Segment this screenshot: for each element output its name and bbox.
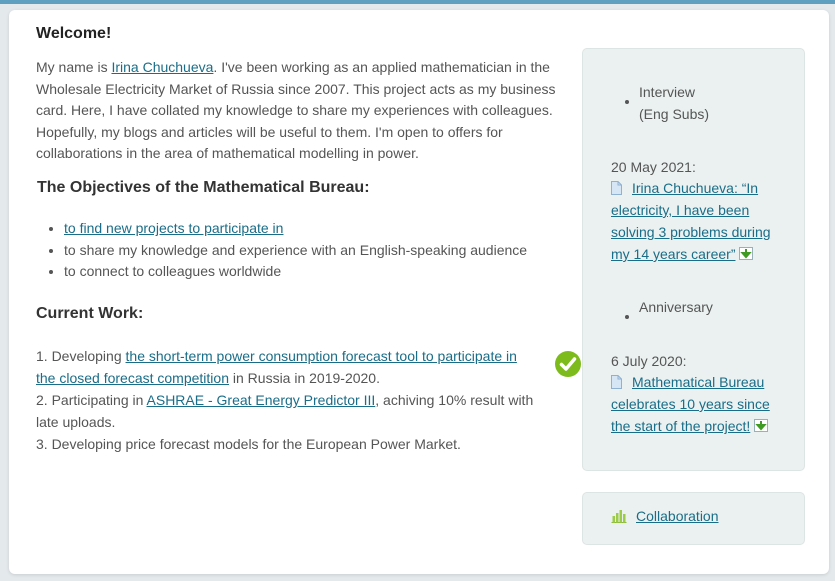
work-item-1: 1. Developing the short-term power consu… — [36, 346, 536, 389]
objectives-list: to find new projects to participate in t… — [36, 218, 527, 283]
interview-sublabel: (Eng Subs) — [639, 105, 710, 122]
top-accent-bar — [0, 0, 835, 4]
author-link[interactable]: Irina Chuchueva — [111, 59, 213, 75]
collaboration-link[interactable]: Collaboration — [636, 508, 719, 524]
sidebar-item-anniversary: Anniversary — [639, 299, 713, 315]
work-item-3: 3. Developing price forecast models for … — [36, 436, 461, 452]
news-date-2: 6 July 2020: — [611, 353, 687, 369]
bullet — [625, 315, 629, 319]
objective-link-projects[interactable]: to find new projects to participate in — [64, 220, 283, 236]
collaboration-entry[interactable]: Collaboration — [611, 508, 719, 524]
download-arrow-icon[interactable] — [739, 247, 754, 260]
check-circle-icon — [555, 351, 581, 377]
current-work-title: Current Work: — [36, 305, 144, 322]
work-item-1-prefix: 1. Developing — [36, 348, 126, 364]
interview-label: Interview — [639, 84, 696, 100]
ashrae-link[interactable]: ASHRAE - Great Energy Predictor III — [147, 392, 376, 408]
content-card: Welcome! My name is Irina Chuchueva. I'v… — [9, 10, 829, 574]
list-item: to find new projects to participate in — [64, 218, 527, 240]
list-item: to connect to colleagues worldwide — [64, 261, 527, 283]
objectives-title: The Objectives of the Mathematical Burea… — [37, 179, 370, 196]
current-work-list: 1. Developing the short-term power consu… — [36, 346, 536, 457]
news-sidebar: Interview (Eng Subs) 20 May 2021: Irina … — [582, 48, 805, 471]
news-date-1: 20 May 2021: — [611, 159, 696, 175]
list-item: to share my knowledge and experience wit… — [64, 240, 527, 262]
anniversary-article-link[interactable]: Mathematical Bureau celebrates 10 years … — [611, 374, 770, 434]
work-item-2: 2. Participating in ASHRAE - Great Energ… — [36, 390, 536, 433]
news-entry-1: Irina Chuchueva: “In electricity, I have… — [611, 177, 781, 265]
bar-chart-icon — [611, 510, 627, 523]
document-icon — [611, 181, 622, 195]
work-item-2-prefix: 2. Participating in — [36, 392, 147, 408]
intro-prefix: My name is — [36, 59, 112, 75]
work-item-1-suffix: in Russia in 2019-2020. — [229, 369, 380, 386]
intro-paragraph: My name is Irina Chuchueva. I've been wo… — [36, 57, 564, 165]
welcome-title: Welcome! — [36, 25, 112, 42]
collaboration-box: Collaboration — [582, 492, 805, 545]
sidebar-item-interview: Interview (Eng Subs) — [639, 82, 709, 125]
bullet — [625, 100, 629, 104]
news-entry-2: Mathematical Bureau celebrates 10 years … — [611, 371, 781, 437]
download-arrow-icon[interactable] — [754, 419, 769, 432]
document-icon — [611, 375, 622, 389]
